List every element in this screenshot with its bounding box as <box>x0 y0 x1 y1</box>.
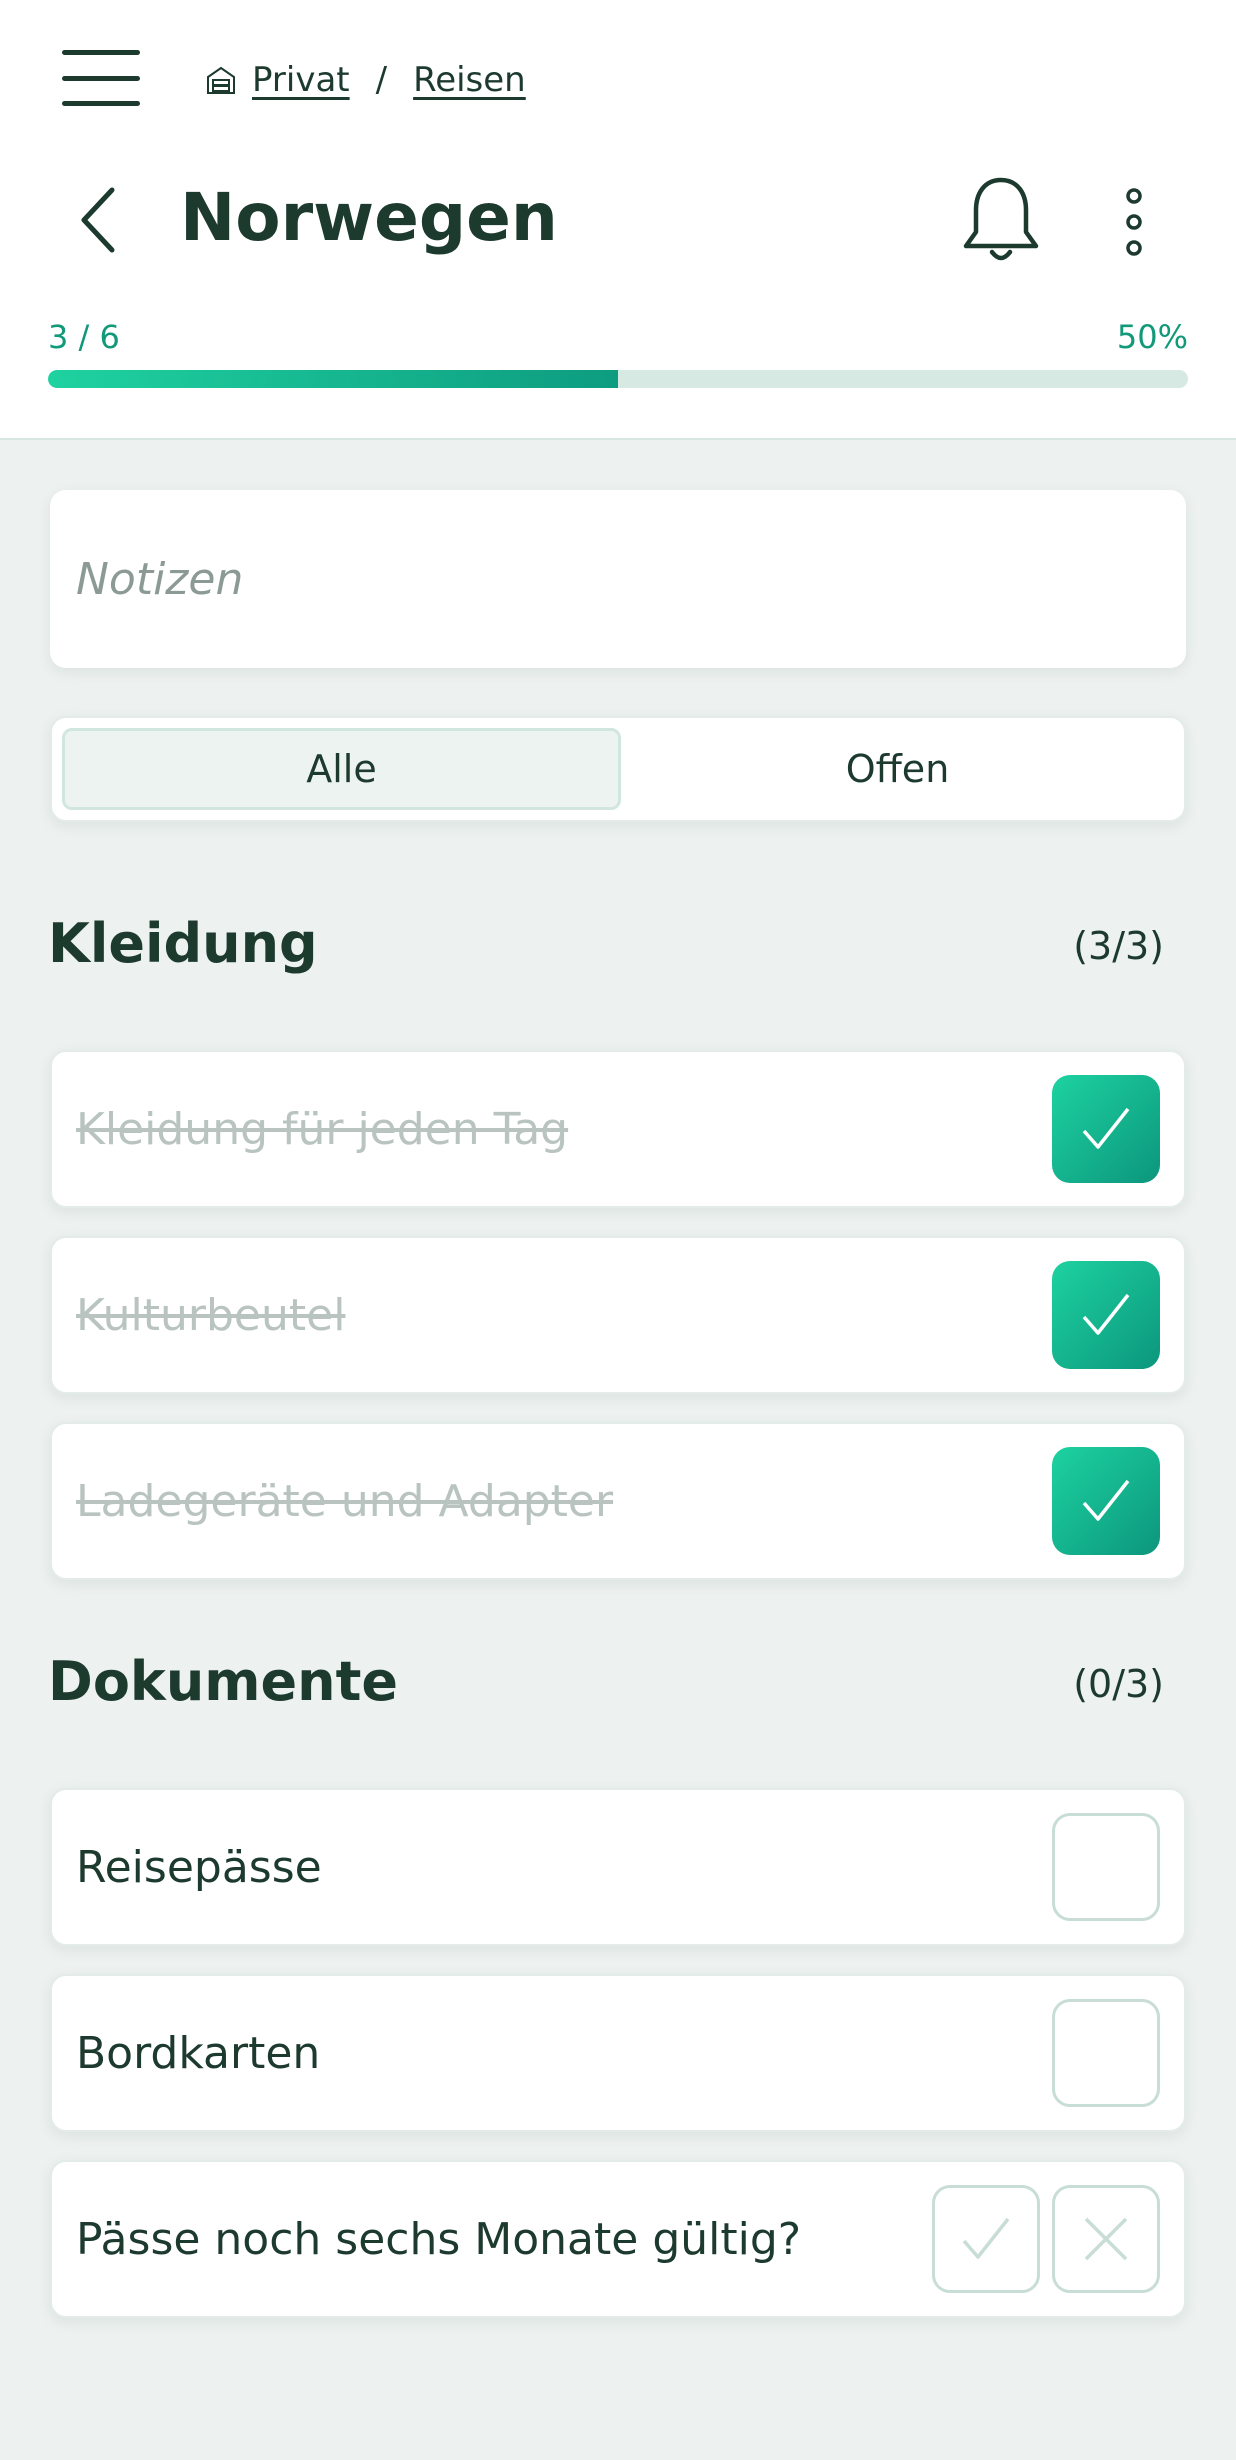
notes-input[interactable] <box>50 490 1186 668</box>
list-item: Kleidung für jeden Tag <box>50 1050 1186 1208</box>
no-button[interactable] <box>1052 2185 1160 2293</box>
home-icon <box>207 66 235 94</box>
list-item-label: Pässe noch sechs Monate gültig? <box>76 2213 802 2265</box>
back-arrow-icon[interactable] <box>70 180 130 260</box>
checkbox-unchecked[interactable] <box>1052 1813 1160 1921</box>
progress-percent: 50% <box>1116 318 1188 356</box>
list-item: Reisepässe <box>50 1788 1186 1946</box>
app-header: Privat / Reisen Norwegen 3 / 6 50% <box>0 0 1236 440</box>
breadcrumb-home-link[interactable]: Privat <box>252 60 350 100</box>
list-item: Ladegeräte und Adapter <box>50 1422 1186 1580</box>
close-icon <box>1084 2217 1128 2261</box>
checkmark-icon <box>1082 1293 1130 1335</box>
list-item: Pässe noch sechs Monate gültig? <box>50 2160 1186 2318</box>
list-item-label: Kulturbeutel <box>76 1289 346 1341</box>
list-item: Bordkarten <box>50 1974 1186 2132</box>
breadcrumb-current-link[interactable]: Reisen <box>413 60 526 100</box>
checkmark-icon <box>1082 1479 1130 1521</box>
checkbox-checked[interactable] <box>1052 1261 1160 1369</box>
list-item-label: Reisepässe <box>76 1841 322 1893</box>
filter-all-tab[interactable]: Alle <box>62 728 621 810</box>
checkmark-icon <box>1082 1107 1130 1149</box>
page-title: Norwegen <box>180 179 558 256</box>
list-item-label: Ladegeräte und Adapter <box>76 1475 614 1527</box>
list-item: Kulturbeutel <box>50 1236 1186 1394</box>
progress-bar-fill <box>48 370 618 388</box>
section-count-dokumente: (0/3) <box>1073 1662 1164 1706</box>
checkbox-checked[interactable] <box>1052 1447 1160 1555</box>
checkmark-icon <box>962 2217 1010 2259</box>
breadcrumb: Privat / Reisen <box>204 56 526 104</box>
bell-icon[interactable] <box>960 172 1042 268</box>
checkbox-unchecked[interactable] <box>1052 1999 1160 2107</box>
filter-toggle: Alle Offen <box>50 716 1186 822</box>
breadcrumb-separator: / <box>375 60 388 100</box>
progress-count: 3 / 6 <box>48 318 120 356</box>
more-options-icon[interactable] <box>1118 186 1150 258</box>
hamburger-menu-icon[interactable] <box>62 50 140 106</box>
filter-open-tab[interactable]: Offen <box>621 728 1174 810</box>
section-count-kleidung: (3/3) <box>1073 924 1164 968</box>
list-item-label: Kleidung für jeden Tag <box>76 1103 569 1155</box>
yes-button[interactable] <box>932 2185 1040 2293</box>
list-item-label: Bordkarten <box>76 2027 321 2079</box>
section-title-dokumente: Dokumente <box>48 1650 399 1713</box>
section-title-kleidung: Kleidung <box>48 912 318 975</box>
progress-bar <box>48 370 1188 388</box>
checkbox-checked[interactable] <box>1052 1075 1160 1183</box>
